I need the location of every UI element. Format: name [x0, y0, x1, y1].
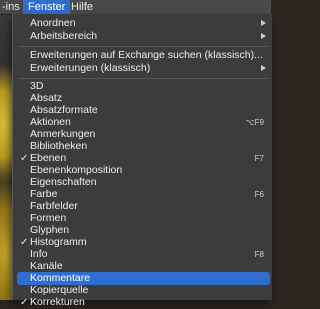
menu-item-arbeitsbereich[interactable]: Arbeitsbereich	[17, 30, 270, 43]
menu-separator	[18, 46, 269, 47]
menu-bar: -ins Fenster Hilfe	[0, 0, 271, 15]
menu-hilfe[interactable]: Hilfe	[66, 0, 98, 14]
menu-item-anordnen[interactable]: Anordnen	[17, 17, 270, 30]
menu-item-korrekturen[interactable]: ✓ Korrekturen	[17, 296, 270, 309]
fenster-dropdown-menu: Anordnen Arbeitsbereich Erweiterungen au…	[12, 14, 272, 308]
menu-separator	[18, 78, 269, 79]
menu-item-label: Anordnen	[30, 17, 76, 29]
menu-item-label: Erweiterungen auf Exchange suchen (klass…	[30, 49, 263, 61]
menu-fenster[interactable]: Fenster	[23, 0, 71, 14]
submenu-arrow-icon	[261, 65, 266, 71]
submenu-arrow-icon	[261, 33, 266, 39]
menu-plugins[interactable]: -ins	[0, 0, 25, 14]
menu-item-label: Arbeitsbereich	[30, 30, 98, 42]
menu-item-erweiterungen-klassisch[interactable]: Erweiterungen (klassisch)	[17, 62, 270, 75]
checkmark-icon: ✓	[20, 297, 29, 308]
submenu-arrow-icon	[261, 20, 266, 26]
menu-item-erweiterungen-suchen[interactable]: Erweiterungen auf Exchange suchen (klass…	[17, 49, 270, 62]
menu-item-label: Korrekturen	[30, 296, 85, 308]
menu-item-label: Erweiterungen (klassisch)	[30, 62, 151, 74]
